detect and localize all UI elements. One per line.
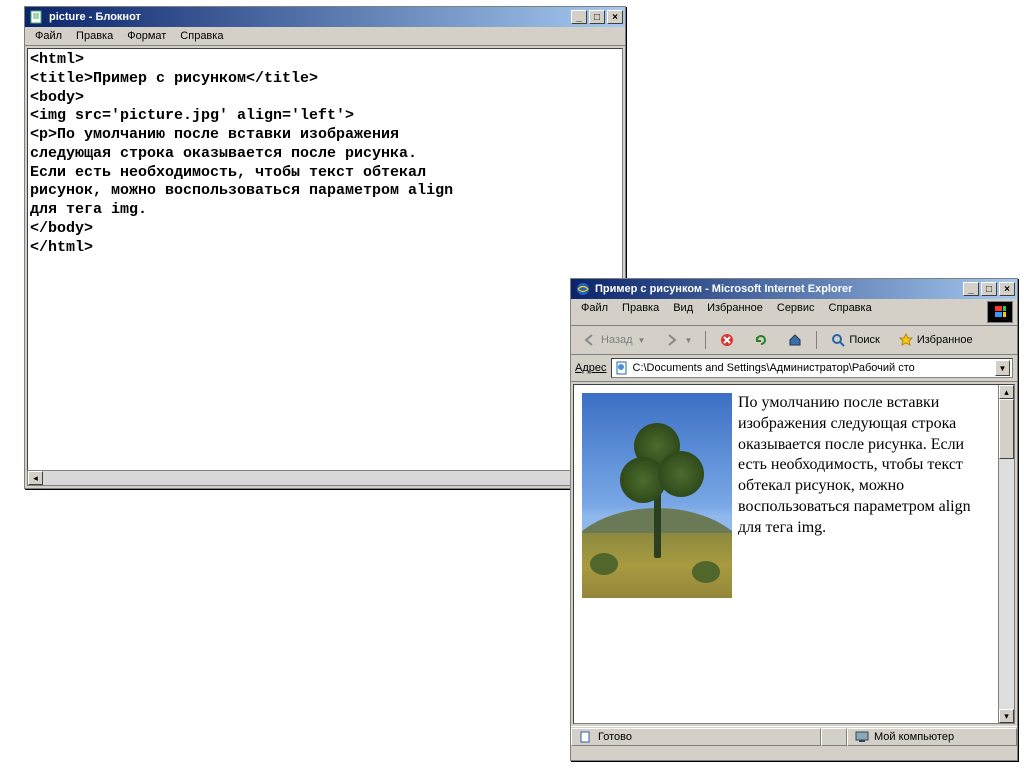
minimize-button[interactable]: _ bbox=[963, 282, 979, 296]
maximize-button[interactable]: □ bbox=[981, 282, 997, 296]
status-ready: Готово bbox=[571, 728, 821, 746]
notepad-icon bbox=[29, 9, 45, 25]
menu-tools[interactable]: Сервис bbox=[771, 301, 821, 323]
menu-edit[interactable]: Правка bbox=[70, 29, 119, 43]
favorites-button[interactable]: Избранное bbox=[891, 329, 980, 351]
star-icon bbox=[898, 332, 914, 348]
ie-statusbar: Готово Мой компьютер bbox=[571, 726, 1017, 746]
ie-content: По умолчанию после вставки изображения с… bbox=[573, 384, 1015, 724]
back-arrow-icon bbox=[582, 332, 598, 348]
scroll-down-button[interactable]: ▾ bbox=[999, 709, 1014, 723]
refresh-button[interactable] bbox=[746, 329, 776, 351]
notepad-textarea[interactable] bbox=[28, 49, 622, 480]
rendered-page: По умолчанию после вставки изображения с… bbox=[574, 385, 1014, 547]
page-text: По умолчанию после вставки изображения с… bbox=[738, 394, 971, 536]
address-label: Адрес bbox=[575, 362, 607, 374]
home-button[interactable] bbox=[780, 329, 810, 351]
close-button[interactable]: × bbox=[999, 282, 1015, 296]
forward-arrow-icon bbox=[663, 332, 679, 348]
notepad-content bbox=[27, 48, 623, 481]
search-button[interactable]: Поиск bbox=[823, 329, 886, 351]
address-text: C:\Documents and Settings\Администратор\… bbox=[633, 362, 915, 374]
page-image bbox=[582, 393, 732, 598]
home-icon bbox=[787, 332, 803, 348]
status-empty bbox=[821, 728, 847, 746]
ie-icon bbox=[575, 281, 591, 297]
ie-toolbar: Назад ▼ ▼ bbox=[571, 326, 1017, 355]
ie-menubar: Файл Правка Вид Избранное Сервис Справка bbox=[571, 299, 1017, 326]
menu-help[interactable]: Справка bbox=[174, 29, 229, 43]
menu-view[interactable]: Вид bbox=[667, 301, 699, 323]
address-field[interactable]: C:\Documents and Settings\Администратор\… bbox=[611, 358, 1014, 378]
computer-icon bbox=[854, 729, 870, 745]
ie-vscrollbar[interactable]: ▴ ▾ bbox=[998, 385, 1014, 723]
menu-format[interactable]: Формат bbox=[121, 29, 172, 43]
menu-file[interactable]: Файл bbox=[29, 29, 68, 43]
search-icon bbox=[830, 332, 846, 348]
notepad-title: picture - Блокнот bbox=[49, 11, 571, 23]
forward-button[interactable]: ▼ bbox=[656, 329, 699, 351]
minimize-button[interactable]: _ bbox=[571, 10, 587, 24]
ie-window: Пример с рисунком - Microsoft Internet E… bbox=[570, 278, 1018, 761]
chevron-down-icon: ▼ bbox=[638, 336, 646, 345]
page-icon bbox=[614, 360, 630, 376]
address-dropdown-button[interactable]: ▼ bbox=[995, 360, 1010, 376]
close-button[interactable]: × bbox=[607, 10, 623, 24]
maximize-button[interactable]: □ bbox=[589, 10, 605, 24]
ie-title: Пример с рисунком - Microsoft Internet E… bbox=[595, 283, 963, 295]
menu-edit[interactable]: Правка bbox=[616, 301, 665, 323]
notepad-menubar: Файл Правка Формат Справка bbox=[25, 27, 625, 46]
back-button[interactable]: Назад ▼ bbox=[575, 329, 652, 351]
windows-flag-icon bbox=[987, 301, 1013, 323]
menu-help[interactable]: Справка bbox=[823, 301, 878, 323]
scroll-thumb[interactable] bbox=[999, 399, 1014, 459]
chevron-down-icon: ▼ bbox=[684, 336, 692, 345]
status-zone: Мой компьютер bbox=[847, 728, 1017, 746]
menu-file[interactable]: Файл bbox=[575, 301, 614, 323]
ie-titlebar[interactable]: Пример с рисунком - Microsoft Internet E… bbox=[571, 279, 1017, 299]
stop-icon bbox=[719, 332, 735, 348]
scroll-left-button[interactable]: ◂ bbox=[28, 471, 43, 485]
refresh-icon bbox=[753, 332, 769, 348]
scroll-up-button[interactable]: ▴ bbox=[999, 385, 1014, 399]
ie-address-bar: Адрес C:\Documents and Settings\Админист… bbox=[571, 355, 1017, 382]
stop-button[interactable] bbox=[712, 329, 742, 351]
notepad-window: picture - Блокнот _ □ × Файл Правка Форм… bbox=[24, 6, 626, 489]
menu-favorites[interactable]: Избранное bbox=[701, 301, 769, 323]
notepad-titlebar[interactable]: picture - Блокнот _ □ × bbox=[25, 7, 625, 27]
notepad-hscrollbar[interactable]: ◂ ▸ bbox=[27, 470, 623, 486]
page-icon bbox=[578, 729, 594, 745]
